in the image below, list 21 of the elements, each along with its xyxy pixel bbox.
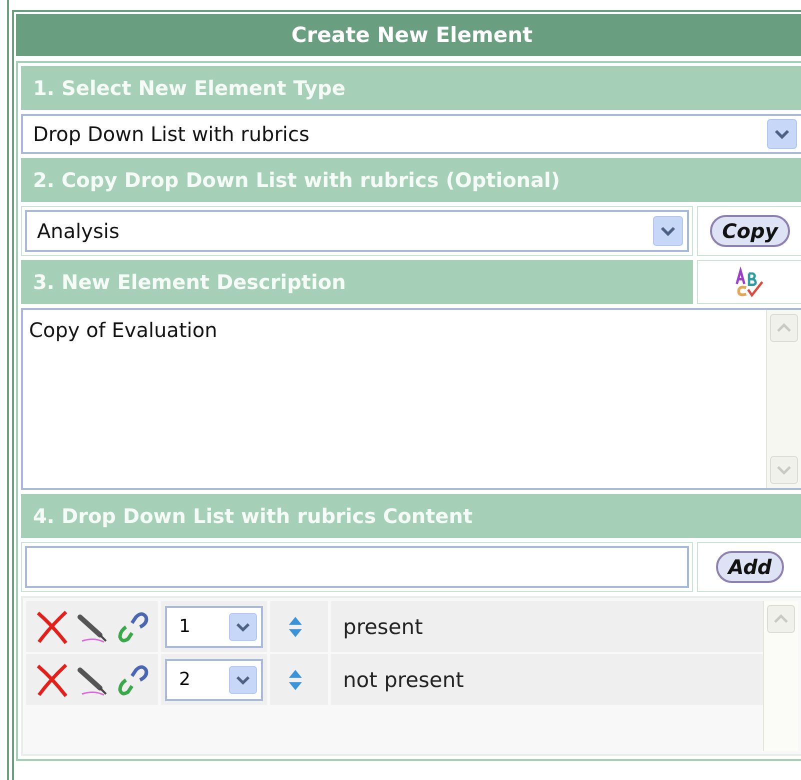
section-header: 4. Drop Down List with rubrics Content	[21, 494, 801, 538]
section-header: 2. Copy Drop Down List with rubrics (Optional)	[21, 158, 801, 202]
order-select[interactable]: 1	[165, 606, 263, 648]
item-text: present	[342, 614, 423, 638]
scroll-down-icon[interactable]	[770, 456, 798, 484]
add-button[interactable]: Add	[716, 551, 784, 583]
copy-button[interactable]: Copy	[710, 215, 790, 247]
scroll-up-icon[interactable]	[767, 605, 795, 633]
content-input-field[interactable]	[25, 546, 689, 588]
element-type-select[interactable]: Drop Down List with rubrics	[21, 114, 801, 154]
panel-title: Create New Element	[16, 14, 801, 56]
item-text: not present	[342, 668, 464, 692]
scrollbar[interactable]	[766, 310, 801, 488]
order-select[interactable]: 2	[165, 658, 263, 700]
scrollbar[interactable]	[763, 601, 798, 751]
section-header: 3. New Element Description	[21, 260, 693, 304]
copy-source-select[interactable]: Analysis	[25, 210, 689, 252]
scroll-up-icon[interactable]	[770, 314, 798, 342]
delete-icon[interactable]	[34, 608, 70, 644]
section-header: 1. Select New Element Type	[21, 66, 801, 110]
delete-icon[interactable]	[34, 662, 70, 698]
